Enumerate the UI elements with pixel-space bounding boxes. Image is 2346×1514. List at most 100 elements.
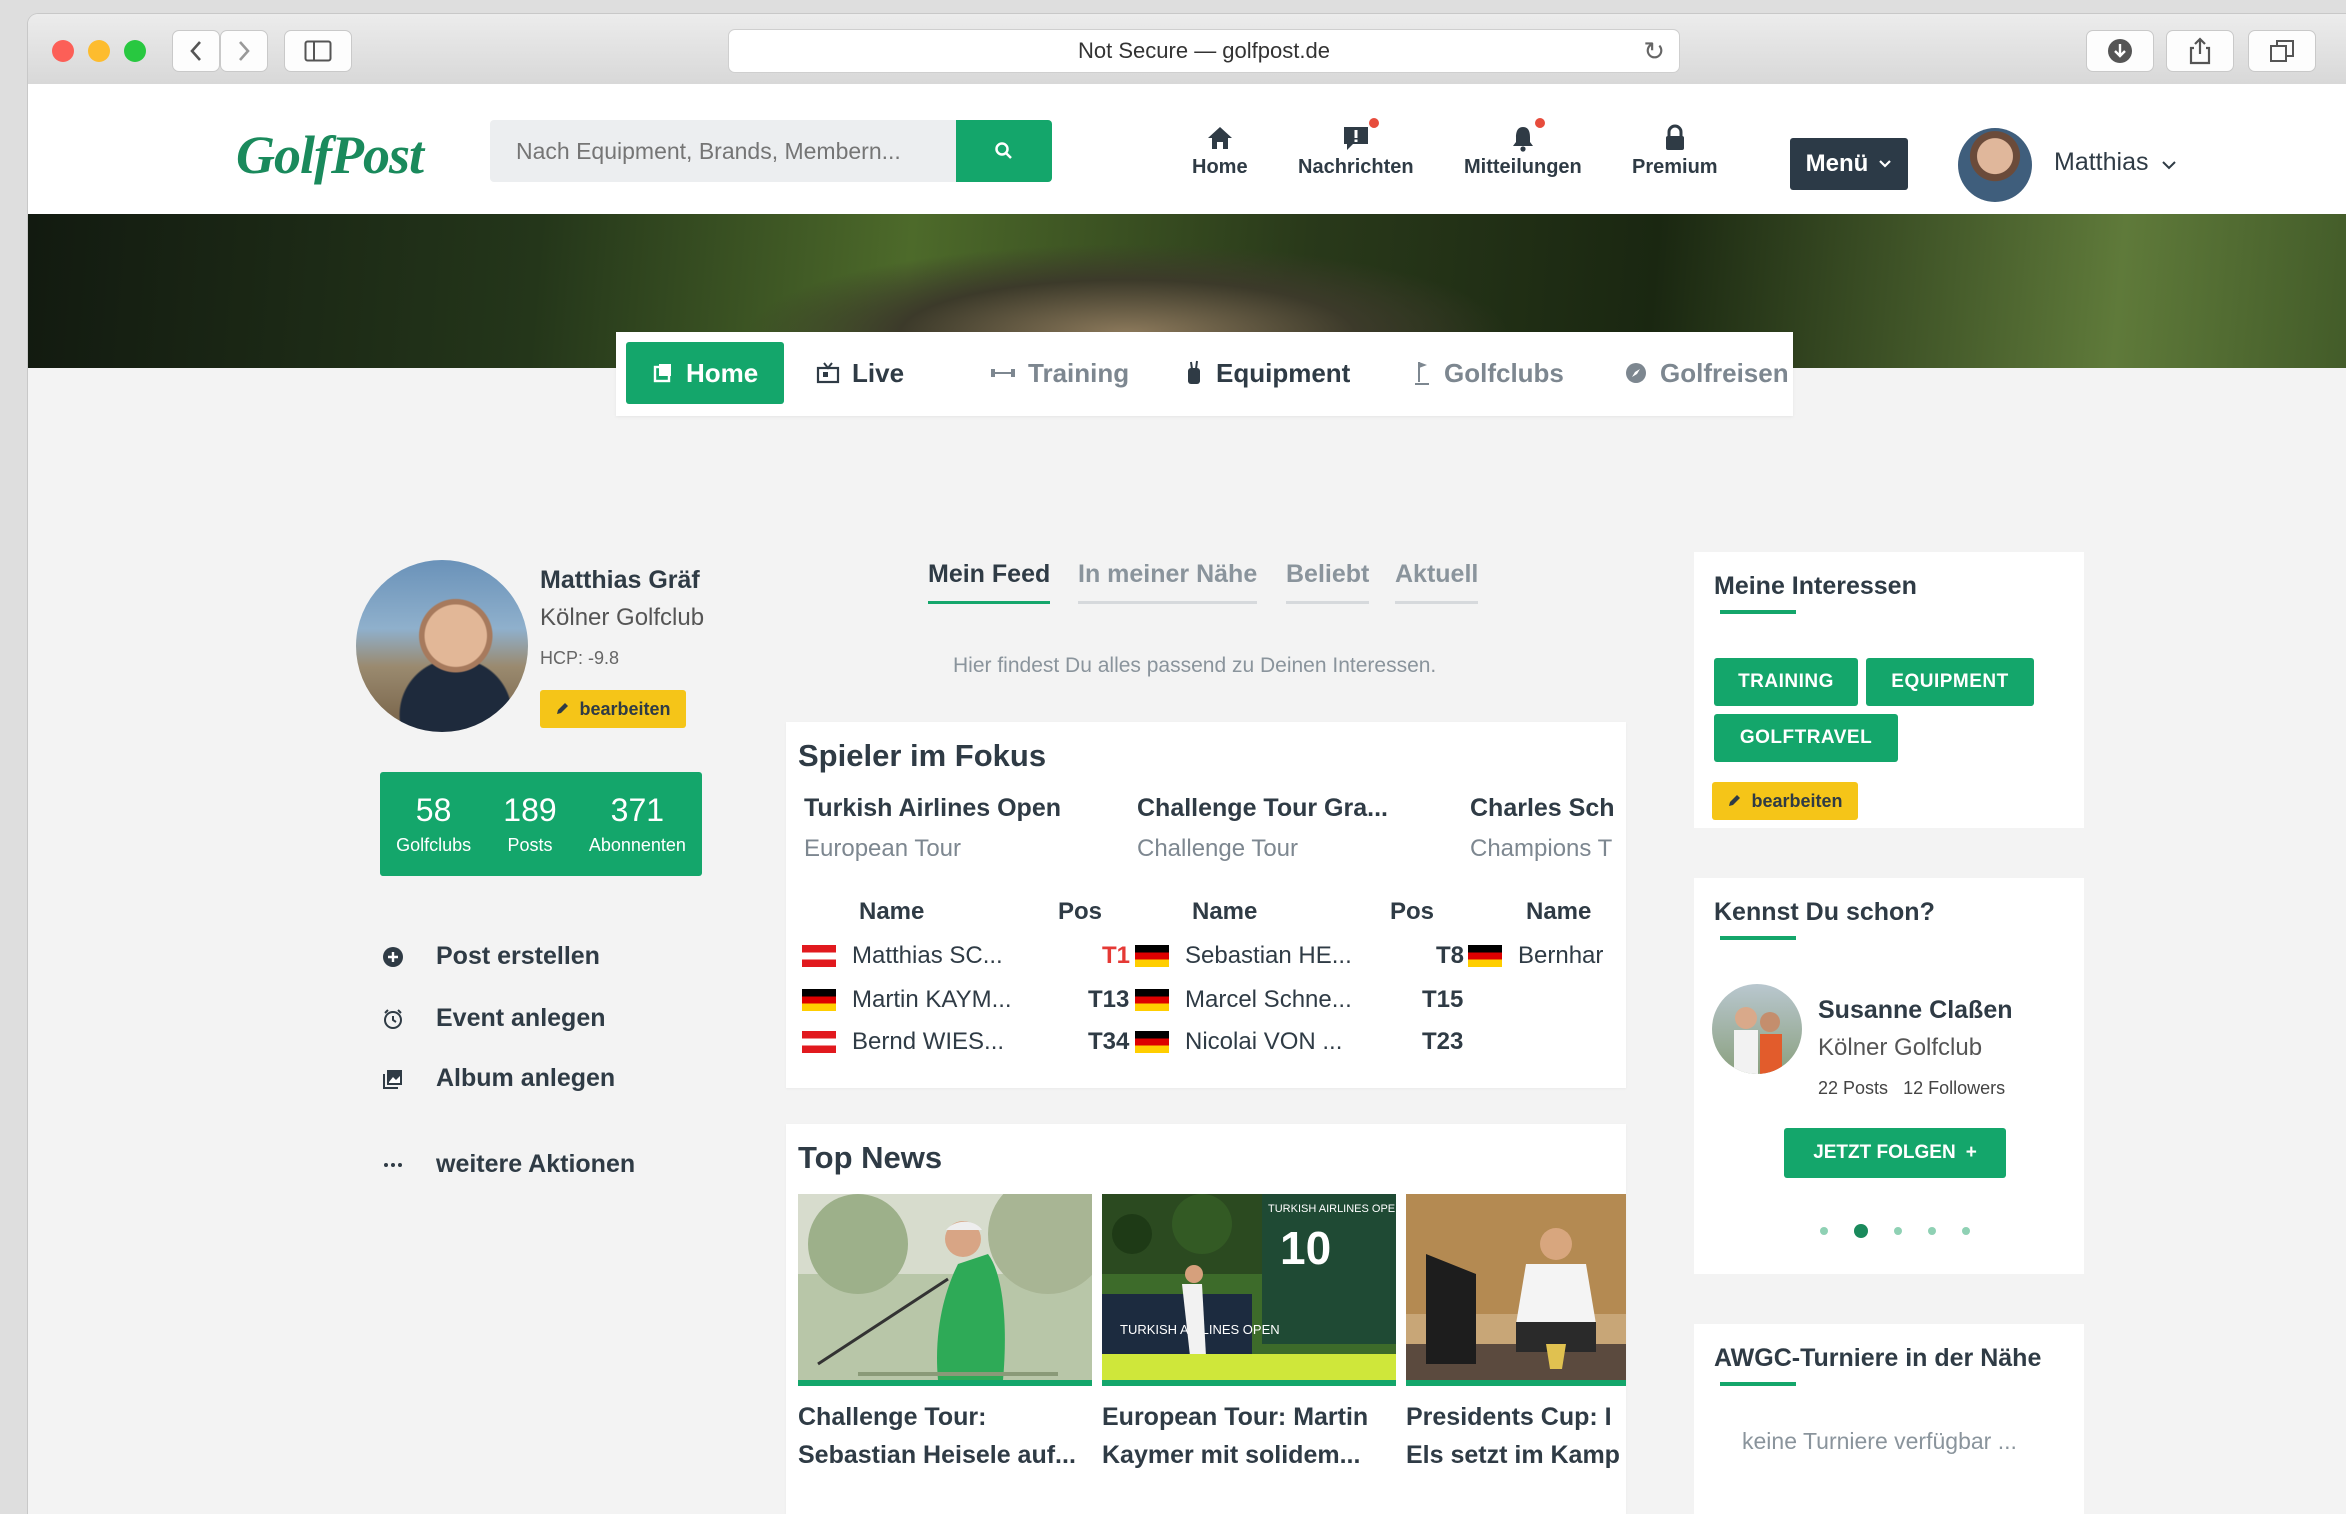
tab-home-label: Home xyxy=(686,357,759,388)
profile-club: Kölner Golfclub xyxy=(540,604,705,631)
title-underline xyxy=(1720,1382,1796,1386)
tag-equipment[interactable]: EQUIPMENT xyxy=(1866,658,2034,706)
download-icon xyxy=(2108,39,2132,63)
title-underline xyxy=(1720,936,1796,940)
feed-hint: Hier findest Du alles passend zu Deinen … xyxy=(953,654,1437,677)
sidebar-toggle-button[interactable] xyxy=(284,30,352,72)
share-button[interactable] xyxy=(2166,30,2234,72)
news-image[interactable] xyxy=(1406,1194,1626,1386)
tab-golfclubs-label: Golfclubs xyxy=(1444,357,1564,388)
section-nav: Home Live Training Equipment Golfclubs G… xyxy=(616,332,1793,416)
tab-aktuell[interactable]: Aktuell xyxy=(1395,560,1479,604)
title-underline xyxy=(1720,610,1796,614)
edit-profile-button[interactable]: bearbeiten xyxy=(540,690,686,728)
player-row[interactable]: Marcel Schne... xyxy=(1135,986,1352,1014)
tournament-column[interactable]: Charles Sch Champions T xyxy=(1470,794,1626,863)
player-pos: T15 xyxy=(1422,986,1464,1013)
pencil-icon xyxy=(557,703,569,714)
nav-mitteilungen[interactable]: Mitteilungen xyxy=(1464,118,1582,179)
forward-button[interactable] xyxy=(220,30,268,72)
player-pos: T8 xyxy=(1436,942,1465,969)
follow-button[interactable]: JETZT FOLGEN + xyxy=(1784,1128,2006,1178)
news-image[interactable]: TURKISH AIRLINES OPEN 10 TURKISH AIRLINE… xyxy=(1102,1194,1396,1386)
germany-flag-icon xyxy=(1468,945,1502,967)
golfpost-logo[interactable]: GolfPost xyxy=(236,124,424,186)
player-row[interactable]: Sebastian HE... xyxy=(1135,942,1352,970)
tournament-column[interactable]: Challenge Tour Gra... Challenge Tour xyxy=(1137,794,1457,863)
weitere-aktionen-action[interactable]: weitere Aktionen xyxy=(378,1150,635,1179)
alarm-clock-icon xyxy=(378,1008,408,1030)
player-row[interactable]: Bernd WIES... xyxy=(802,1028,1004,1056)
reload-icon[interactable]: ↻ xyxy=(1643,36,1665,67)
plus-circle-icon xyxy=(378,946,408,968)
user-avatar[interactable] xyxy=(1958,128,2032,202)
search-button[interactable] xyxy=(956,120,1052,182)
event-anlegen-action[interactable]: Event anlegen xyxy=(378,1004,606,1033)
edit-interests-button[interactable]: bearbeiten xyxy=(1712,782,1858,820)
tournament-tour: Challenge Tour xyxy=(1137,835,1299,862)
stat-posts[interactable]: 189 Posts xyxy=(503,792,556,856)
nav-nachrichten-label: Nachrichten xyxy=(1298,156,1414,178)
zoom-window-button[interactable] xyxy=(124,40,146,62)
news-caption[interactable]: Challenge Tour: Sebastian Heisele auf... xyxy=(798,1398,1092,1474)
tab-training[interactable]: Training xyxy=(990,342,1129,404)
pager-dot[interactable] xyxy=(1928,1227,1936,1235)
tab-mein-feed[interactable]: Mein Feed xyxy=(928,560,1051,604)
downloads-button[interactable] xyxy=(2086,30,2154,72)
player-row[interactable]: Matthias SC... xyxy=(802,942,1003,970)
pager-dot[interactable] xyxy=(1854,1224,1868,1238)
menu-button[interactable]: Menü xyxy=(1790,138,1908,190)
tab-live[interactable]: Live xyxy=(816,342,904,404)
germany-flag-icon xyxy=(1135,1031,1169,1053)
profile-avatar[interactable] xyxy=(356,560,528,732)
card-title: Spieler im Fokus xyxy=(798,738,1047,773)
user-menu[interactable]: Matthias xyxy=(2054,148,2177,177)
search-input[interactable] xyxy=(514,136,957,166)
news-caption[interactable]: Presidents Cup: I Els setzt im Kamp xyxy=(1406,1398,1626,1474)
close-window-button[interactable] xyxy=(52,40,74,62)
tab-training-label: Training xyxy=(1028,357,1130,388)
stat-abonnenten[interactable]: 371 Abonnenten xyxy=(589,792,686,856)
suggested-user-avatar[interactable] xyxy=(1712,984,1802,1074)
sidebar-icon xyxy=(304,40,332,62)
lock-icon xyxy=(1663,120,1687,156)
player-row[interactable]: Martin KAYM... xyxy=(802,986,1012,1014)
tag-training[interactable]: TRAINING xyxy=(1714,658,1858,706)
profile-name[interactable]: Matthias Gräf xyxy=(540,566,700,595)
post-erstellen-action[interactable]: Post erstellen xyxy=(378,942,600,971)
tabs-button[interactable] xyxy=(2248,30,2316,72)
stat-golfclubs[interactable]: 58 Golfclubs xyxy=(396,792,471,856)
column-header-pos: Pos xyxy=(1058,898,1103,925)
minimize-window-button[interactable] xyxy=(88,40,110,62)
tournament-column[interactable]: Turkish Airlines Open European Tour xyxy=(804,794,1124,863)
news-caption-line: Presidents Cup: I xyxy=(1406,1403,1612,1431)
tab-live-label: Live xyxy=(852,357,905,388)
nav-nachrichten[interactable]: Nachrichten xyxy=(1298,118,1414,179)
followers-count: 12 Followers xyxy=(1903,1078,2006,1098)
nav-home[interactable]: Home xyxy=(1192,120,1248,179)
album-icon xyxy=(378,1068,408,1090)
search-box xyxy=(490,120,957,182)
news-image[interactable] xyxy=(798,1194,1092,1386)
flag-icon xyxy=(1415,362,1429,385)
tab-home[interactable]: Home xyxy=(626,342,785,404)
pager-dot[interactable] xyxy=(1962,1227,1970,1235)
tab-golfclubs[interactable]: Golfclubs xyxy=(1414,342,1564,404)
tab-beliebt[interactable]: Beliebt xyxy=(1286,560,1370,604)
back-button[interactable] xyxy=(172,30,220,72)
player-row[interactable]: Bernhar xyxy=(1468,942,1603,970)
pager-dot[interactable] xyxy=(1820,1227,1828,1235)
address-bar[interactable]: Not Secure — golfpost.de ↻ xyxy=(728,29,1680,73)
player-row[interactable]: Nicolai VON ... xyxy=(1135,1028,1342,1056)
album-anlegen-action[interactable]: Album anlegen xyxy=(378,1064,615,1093)
tab-in-meiner-naehe[interactable]: In meiner Nähe xyxy=(1078,560,1258,604)
news-caption[interactable]: European Tour: Martin Kaymer mit solidem… xyxy=(1102,1398,1396,1474)
tag-golftravel[interactable]: GOLFTRAVEL xyxy=(1714,714,1898,762)
tab-equipment[interactable]: Equipment xyxy=(1184,342,1350,404)
nav-premium[interactable]: Premium xyxy=(1632,120,1718,179)
tab-golfreisen[interactable]: Golfreisen xyxy=(1624,342,1789,404)
carousel-pager xyxy=(1820,1224,1970,1238)
suggested-user-name[interactable]: Susanne Claßen xyxy=(1818,996,2013,1025)
pager-dot[interactable] xyxy=(1894,1227,1902,1235)
card-title: AWGC-Turniere in der Nähe xyxy=(1714,1344,2042,1372)
